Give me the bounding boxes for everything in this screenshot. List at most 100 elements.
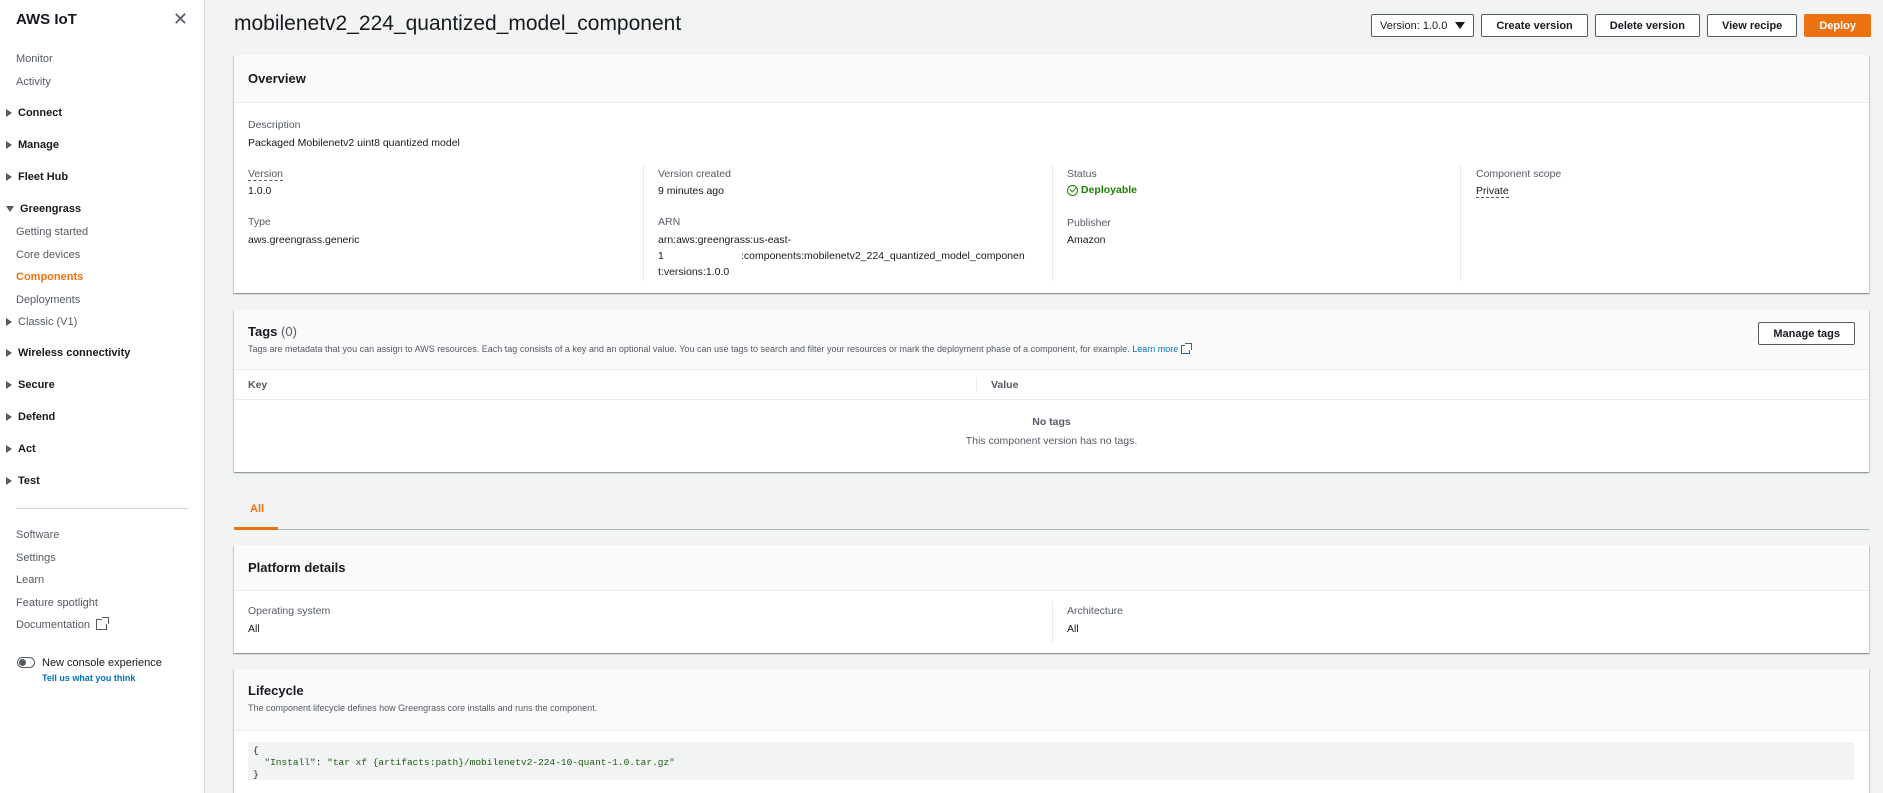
code-open-brace: {: [253, 745, 259, 756]
learn-more-link[interactable]: Learn more: [1132, 343, 1193, 354]
empty-state-description: This component version has no tags.: [965, 435, 1138, 447]
version-label[interactable]: Version: [248, 168, 284, 181]
sidebar-group-act[interactable]: Act: [6, 443, 36, 455]
documentation-label: Documentation: [16, 619, 90, 631]
sidebar-group-label: Act: [18, 443, 36, 455]
sidebar-item-core-devices[interactable]: Core devices: [16, 249, 80, 261]
sidebar-group-label: Secure: [18, 379, 55, 391]
sidebar-item-learn[interactable]: Learn: [16, 574, 44, 586]
sidebar-group-wireless[interactable]: Wireless connectivity: [6, 347, 130, 359]
code-value: "tar xf {artifacts:path}/mobilenetv2-224…: [327, 757, 675, 768]
type-value: aws.greengrass.generic: [248, 234, 360, 246]
tabs-baseline: [234, 529, 1869, 530]
sidebar-group-manage[interactable]: Manage: [6, 139, 59, 151]
sidebar-group-label: Greengrass: [20, 203, 82, 215]
new-console-label: New console experience: [42, 657, 162, 669]
tab-all[interactable]: All: [250, 503, 264, 515]
code-separator: :: [315, 757, 328, 768]
component-scope-value[interactable]: Private: [1476, 185, 1509, 198]
external-link-icon: [1181, 343, 1193, 354]
status-label: Status: [1067, 168, 1097, 180]
overview-card: Overview Description Packaged Mobilenetv…: [234, 55, 1869, 293]
view-recipe-button[interactable]: View recipe: [1706, 14, 1798, 37]
publisher-value: Amazon: [1067, 234, 1106, 246]
architecture-label: Architecture: [1067, 605, 1124, 617]
header-actions: Version: 1.0.0 Create version Delete ver…: [1371, 14, 1871, 37]
column-divider: [1052, 165, 1053, 281]
lifecycle-title: Lifecycle: [248, 683, 304, 698]
feedback-link[interactable]: Tell us what you think: [42, 673, 135, 683]
version-select[interactable]: Version: 1.0.0: [1371, 14, 1475, 37]
lifecycle-header: Lifecycle The component lifecycle define…: [234, 669, 1869, 731]
sidebar-group-test[interactable]: Test: [6, 475, 40, 487]
caret-right-icon: [6, 349, 12, 357]
sidebar-group-label: Manage: [18, 139, 59, 151]
sidebar-item-software[interactable]: Software: [16, 529, 59, 541]
os-value: All: [248, 623, 260, 635]
caret-right-icon: [6, 141, 12, 149]
sidebar-group-fleet-hub[interactable]: Fleet Hub: [6, 171, 68, 183]
sidebar-group-classic[interactable]: Classic (V1): [6, 316, 77, 328]
platform-details-card: Platform details Operating system All Ar…: [234, 545, 1869, 653]
sidebar-group-label: Fleet Hub: [18, 171, 69, 183]
tags-description: Tags are metadata that you can assign to…: [248, 343, 1193, 354]
sidebar-item-monitor[interactable]: Monitor: [16, 53, 53, 65]
code-key: "Install": [253, 757, 316, 768]
tags-count: (0): [281, 324, 297, 339]
sidebar-group-label: Connect: [18, 107, 62, 119]
column-divider: [643, 165, 644, 281]
status-value: Deployable: [1067, 184, 1137, 196]
column-header-key[interactable]: Key: [248, 379, 267, 391]
sidebar-item-documentation[interactable]: Documentation: [16, 617, 109, 631]
description-value: Packaged Mobilenetv2 uint8 quantized mod…: [248, 137, 460, 149]
sidebar-group-label: Defend: [18, 411, 56, 423]
column-header-value[interactable]: Value: [991, 379, 1018, 391]
sidebar-item-components[interactable]: Components: [16, 271, 83, 283]
tags-title-text: Tags: [248, 324, 278, 339]
caret-right-icon: [6, 173, 12, 181]
column-divider: [1052, 602, 1053, 644]
sidebar-item-getting-started[interactable]: Getting started: [16, 226, 88, 238]
delete-version-button[interactable]: Delete version: [1594, 14, 1700, 37]
close-icon[interactable]: ✕: [173, 10, 188, 28]
manage-tags-button[interactable]: Manage tags: [1758, 322, 1855, 345]
platform-title: Platform details: [248, 560, 346, 575]
active-tab-indicator: [234, 527, 278, 530]
side-navigation: AWS IoT ✕ Monitor Activity Connect Manag…: [0, 0, 205, 793]
os-label: Operating system: [248, 605, 331, 617]
sidebar-group-defend[interactable]: Defend: [6, 411, 55, 423]
sidebar-group-secure[interactable]: Secure: [6, 379, 55, 391]
sidebar-title[interactable]: AWS IoT: [16, 11, 77, 28]
empty-state-title: No tags: [1032, 416, 1071, 428]
architecture-value: All: [1067, 623, 1079, 635]
deploy-button[interactable]: Deploy: [1804, 14, 1871, 37]
caret-right-icon: [6, 477, 12, 485]
code-close-brace: }: [253, 769, 259, 780]
new-console-toggle[interactable]: [17, 657, 35, 668]
version-created-label: Version created: [658, 168, 731, 180]
sidebar-group-greengrass[interactable]: Greengrass: [6, 203, 81, 215]
status-text: Deployable: [1081, 184, 1138, 196]
page-title: mobilenetv2_224_quantized_model_componen…: [234, 12, 682, 35]
tags-title: Tags (0): [248, 324, 297, 339]
sidebar-item-feature-spotlight[interactable]: Feature spotlight: [16, 597, 98, 609]
sidebar-item-deployments[interactable]: Deployments: [16, 294, 80, 306]
external-link-icon: [96, 617, 109, 630]
arn-line-1: arn:aws:greengrass:us-east-: [658, 234, 792, 246]
tags-table-header: Key Value: [234, 370, 1869, 400]
sidebar-group-label: Wireless connectivity: [18, 347, 131, 359]
sidebar-group-connect[interactable]: Connect: [6, 107, 62, 119]
tags-header: Tags (0) Tags are metadata that you can …: [234, 310, 1869, 370]
tags-description-text: Tags are metadata that you can assign to…: [248, 344, 1130, 354]
type-label: Type: [248, 216, 271, 228]
sidebar-divider: [16, 508, 188, 509]
description-label: Description: [248, 119, 301, 131]
caret-right-icon: [6, 445, 12, 453]
sidebar-item-activity[interactable]: Activity: [16, 76, 51, 88]
sidebar-header: AWS IoT ✕: [0, 0, 204, 38]
create-version-button[interactable]: Create version: [1481, 14, 1588, 37]
sidebar-item-settings[interactable]: Settings: [16, 552, 56, 564]
version-select-label: Version: 1.0.0: [1380, 19, 1448, 32]
learn-more-text: Learn more: [1132, 344, 1179, 354]
tags-card: Tags (0) Tags are metadata that you can …: [234, 310, 1869, 472]
